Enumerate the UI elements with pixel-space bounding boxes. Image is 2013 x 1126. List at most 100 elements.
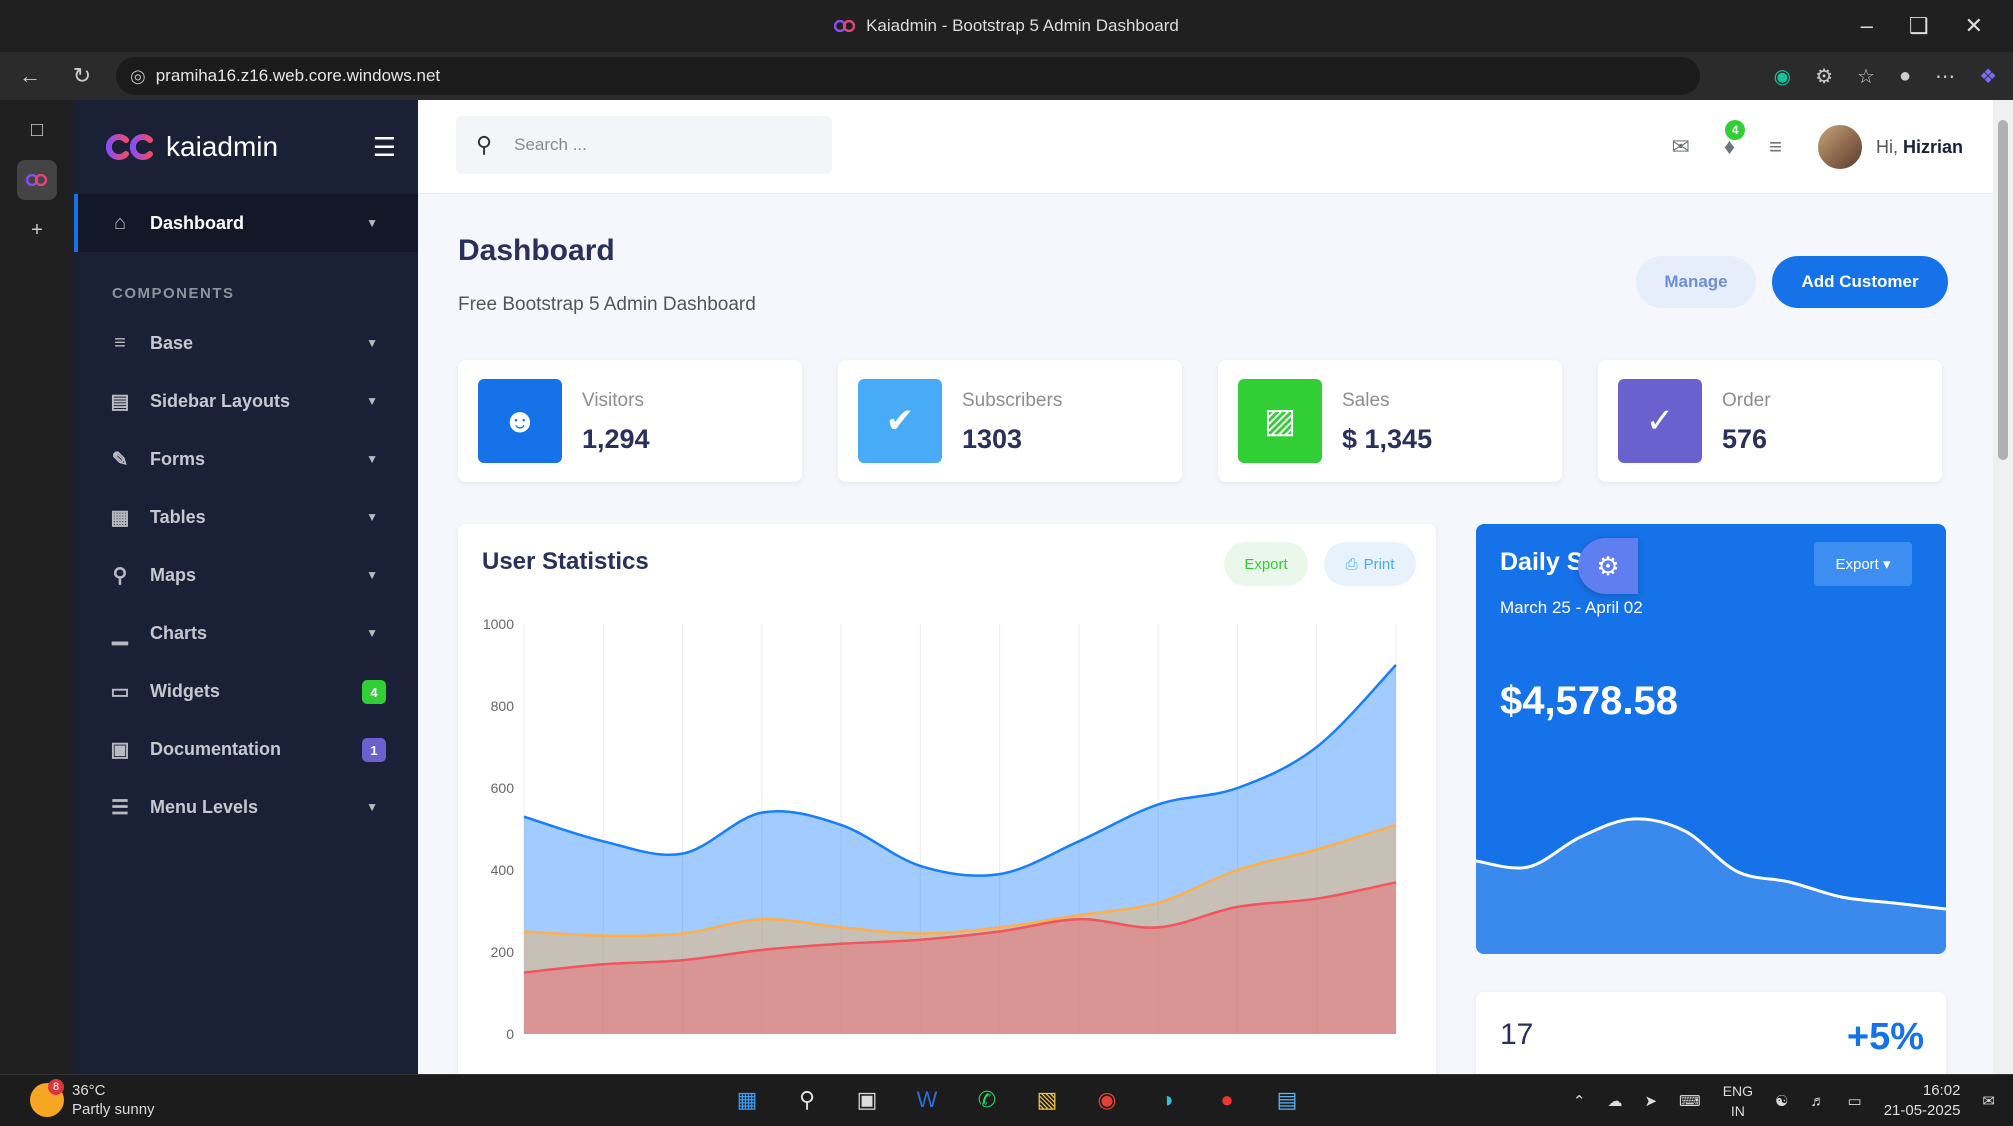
close-icon[interactable]: ✕ (1965, 13, 1983, 39)
sidebar-item-label: Widgets (150, 680, 220, 701)
profile-icon[interactable]: ● (1899, 65, 1911, 88)
check-circle-icon: ✓ (1618, 379, 1702, 463)
favorites-icon[interactable]: ☆ (1857, 64, 1875, 89)
settings-gear-icon[interactable]: ⚙ (1578, 538, 1638, 594)
topbar: ⚲ Search ... ✉ ♦ 4 ≡ Hi, Hizrian (418, 100, 1993, 194)
minimize-icon[interactable]: – (1861, 13, 1873, 39)
location-icon[interactable]: ➤ (1644, 1092, 1657, 1110)
whatsapp-icon[interactable]: ✆ (968, 1081, 1006, 1119)
language-indicator[interactable]: ENG IN (1723, 1081, 1753, 1121)
date-range: March 25 - April 02 (1500, 598, 1643, 617)
browser-toolbar: ← ↻ ◎ pramiha16.z16.web.core.windows.net… (0, 52, 2013, 100)
widgets-badge: 4 (362, 680, 386, 704)
notepad-icon[interactable]: ▤ (1268, 1081, 1306, 1119)
maximize-icon[interactable]: ❑ (1909, 13, 1929, 39)
word-icon[interactable]: W (908, 1081, 946, 1119)
sidebar-item-menu-levels[interactable]: ☰ Menu Levels ▼ (74, 778, 418, 836)
address-bar[interactable]: ◎ pramiha16.z16.web.core.windows.net (116, 57, 1700, 95)
weather-text: Partly sunny (72, 1101, 155, 1118)
caret-down-icon: ▼ (366, 510, 378, 524)
sidebar-item-label: Documentation (150, 738, 282, 759)
home-icon: ⌂ (113, 211, 127, 234)
sidebar-item-charts[interactable]: ▁ Charts ▼ (74, 604, 418, 662)
sidebar-item-forms[interactable]: ✎ Forms ▼ (74, 430, 418, 488)
luggage-cart-icon: ▨ (1238, 379, 1322, 463)
sidebar-item-label: Forms (150, 448, 206, 469)
search-input[interactable]: Search ... (514, 135, 587, 155)
page-scrollbar[interactable] (1993, 100, 2013, 1074)
refresh-icon[interactable]: ↻ (60, 54, 104, 98)
sidebar-item-label: Tables (150, 506, 206, 527)
caret-down-icon: ▼ (366, 800, 378, 814)
edge-icon[interactable]: ◑ (1148, 1081, 1186, 1119)
sidebar-item-sidebar-layouts[interactable]: ▤ Sidebar Layouts ▼ (74, 372, 418, 430)
caret-down-icon: ▼ (366, 394, 378, 408)
export-label: Export (1835, 556, 1879, 573)
search-box[interactable]: ⚲ Search ... (456, 116, 832, 174)
stat-card-sales: ▨ Sales $ 1,345 (1218, 360, 1562, 482)
globe-icon: ◎ (130, 65, 146, 86)
search-icon: ⚲ (476, 132, 493, 157)
manage-button[interactable]: Manage (1636, 256, 1756, 308)
onedrive-icon[interactable]: ☁ (1607, 1092, 1622, 1110)
chart-bar-icon: ▁ (112, 622, 128, 645)
start-icon[interactable]: ▦ (728, 1081, 766, 1119)
task-view-icon[interactable]: ▣ (848, 1081, 886, 1119)
grammarly-icon[interactable]: ◉ (1774, 64, 1791, 89)
notifications-icon[interactable]: ✉ (1982, 1092, 1995, 1110)
brand[interactable]: kaiadmin ☰ (74, 100, 418, 194)
user-greeting[interactable]: Hi, Hizrian (1876, 137, 1963, 158)
sales-amount: $4,578.58 (1500, 679, 1678, 723)
envelope-icon[interactable]: ✉ (1671, 134, 1689, 160)
y-tick-label: 200 (491, 944, 515, 960)
wps-office-icon[interactable]: ● (1208, 1081, 1246, 1119)
window-title: Kaiadmin - Bootstrap 5 Admin Dashboard (866, 16, 1179, 35)
chevron-up-icon[interactable]: ⌃ (1573, 1092, 1586, 1110)
print-button[interactable]: ⎙ Print (1324, 542, 1416, 586)
weather-widget[interactable]: 8 36°C Partly sunny (30, 1079, 155, 1119)
th-list-icon: ▤ (110, 390, 130, 413)
kaiadmin-logo-icon (834, 20, 856, 32)
sidebar-item-maps[interactable]: ⚲ Maps ▼ (74, 546, 418, 604)
stat-value: 1303 (962, 424, 1023, 454)
bell-icon[interactable]: ♦ 4 (1724, 120, 1746, 160)
layer-group-icon[interactable]: ≡ (1769, 134, 1782, 160)
copilot-icon[interactable]: ❖ (1979, 64, 1997, 89)
wifi-icon[interactable]: ☯ (1775, 1092, 1788, 1110)
page-subtitle: Free Bootstrap 5 Admin Dashboard (458, 294, 756, 315)
taskbar-apps: ▦ ⚲ ▣ W ✆ ▧ ◉ ◑ ● ▤ (728, 1081, 1306, 1119)
sidebar-item-base[interactable]: ≡ Base ▼ (74, 314, 418, 372)
volume-icon[interactable]: ♬ (1811, 1093, 1826, 1110)
sidebar-item-dashboard[interactable]: ⌂ Dashboard ▼ (74, 194, 418, 252)
y-tick-label: 800 (491, 698, 515, 714)
export-dropdown-button[interactable]: Export ▾ (1814, 542, 1912, 586)
new-tab-icon[interactable]: + (17, 210, 57, 250)
sidebar-item-documentation[interactable]: ▣ Documentation 1 (74, 720, 418, 778)
scrollbar-thumb[interactable] (1998, 120, 2008, 460)
clock[interactable]: 16:02 21-05-2025 (1884, 1081, 1961, 1121)
file-explorer-icon[interactable]: ▧ (1028, 1081, 1066, 1119)
export-button[interactable]: Export (1224, 542, 1308, 586)
keyboard-icon[interactable]: ⌨ (1679, 1092, 1701, 1110)
print-label: Print (1363, 555, 1395, 573)
back-icon[interactable]: ← (8, 54, 52, 98)
page-title: Dashboard (458, 234, 615, 267)
add-customer-button[interactable]: Add Customer (1772, 256, 1948, 308)
daily-sales-card: Daily Sales March 25 - April 02 $4,578.5… (1476, 524, 1946, 954)
search-icon[interactable]: ⚲ (788, 1081, 826, 1119)
caret-down-icon: ▼ (366, 216, 378, 230)
tab-actions-icon[interactable]: □ (17, 110, 57, 150)
more-icon[interactable]: ⋯ (1935, 64, 1955, 89)
avatar[interactable] (1815, 123, 1864, 171)
battery-icon[interactable]: ▭ (1848, 1092, 1862, 1110)
card-title: User Statistics (482, 548, 649, 575)
system-tray: ⌃ ☁ ➤ ⌨ ENG IN ☯ ♬ ▭ 16:02 21-05-2025 ✉ (1573, 1081, 1995, 1121)
extensions-icon[interactable]: ⚙ (1815, 64, 1833, 89)
tab-kaiadmin[interactable] (17, 160, 57, 200)
sidebar-item-label: Charts (150, 622, 208, 643)
sidebar-toggle-icon[interactable]: ☰ (373, 132, 396, 163)
sidebar-item-widgets[interactable]: ▭ Widgets 4 (74, 662, 418, 720)
chrome-icon[interactable]: ◉ (1088, 1081, 1126, 1119)
date-text: 21-05-2025 (1883, 1102, 1961, 1119)
sidebar-item-tables[interactable]: ▦ Tables ▼ (74, 488, 418, 546)
